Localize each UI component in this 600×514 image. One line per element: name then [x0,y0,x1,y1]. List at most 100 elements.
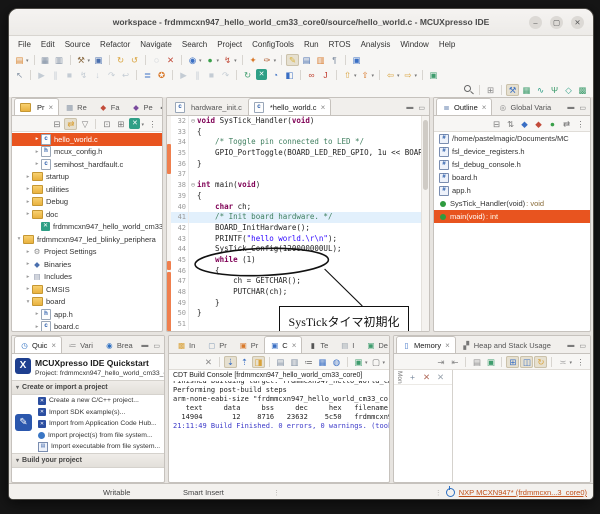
pin-icon[interactable]: ¶ [328,54,341,66]
run-icon[interactable]: ● [204,54,217,66]
jlink-icon[interactable]: J [319,69,332,81]
perspective-secure-icon[interactable]: ◇ [562,84,575,96]
word-wrap-icon[interactable]: ▤ [274,356,287,368]
expander-icon[interactable]: ▸ [33,311,41,317]
menu-edit[interactable]: Edit [36,40,60,49]
new-memory-view-icon[interactable]: ▤ [470,356,483,368]
tab-brea[interactable]: ◉Brea [99,336,139,353]
next-console-icon[interactable]: ⇣ [224,356,237,368]
close-tab-icon[interactable]: × [49,103,54,112]
tab-fa[interactable]: ◆Fa [93,98,126,115]
power-icon[interactable] [446,488,455,497]
flash-dropdown[interactable]: ▾ [234,58,237,64]
build-icon[interactable]: ⚒ [75,54,88,66]
clear-console-icon[interactable]: ✕ [202,356,215,368]
tree-item-doc[interactable]: ▸doc [12,208,162,221]
menu-rtos[interactable]: RTOS [324,40,356,49]
tree-item-hello-world-c[interactable]: ▸chello_world.c [12,133,162,146]
quickstart-link-import-from-application-code-hub[interactable]: ✕Import from Application Code Hub... [12,418,164,430]
console-output[interactable]: Finished building target: frdmmcxn947_he… [169,381,389,482]
docs-icon[interactable]: ▥ [314,54,327,66]
hide-static-icon[interactable]: ◆ [532,118,545,130]
link-editor-icon[interactable]: ⇄ [560,118,573,130]
tree-item-app-h[interactable]: ▸happ.h [12,308,162,321]
quick-access-search-icon[interactable] [462,84,475,96]
ide-config-icon[interactable]: ✑ [261,54,274,66]
perspective-device-icon[interactable]: ▦ [520,84,533,96]
maximize-view-icon[interactable]: ▭ [579,342,586,350]
manage-sdks-icon[interactable]: ▣ [92,54,105,66]
resume-icon[interactable]: ▶ [35,69,48,81]
tree-item-debug[interactable]: ▸Debug [12,196,162,209]
remove-monitor-icon[interactable]: ✕ [420,371,433,383]
outline-item-main-void[interactable]: main(void) : int [434,210,590,223]
outline-item-fsl-device-registers-h[interactable]: #fsl_device_registers.h [434,145,590,158]
tree-item-includes[interactable]: ▸▤Includes [12,271,162,284]
quickstart-section-create-or-import-a-project[interactable]: ▾Create or import a project [12,380,164,395]
debug-icon[interactable]: ◉ [186,54,199,66]
erase-flash-dropdown[interactable]: ▾ [372,73,375,79]
close-button[interactable]: ✕ [571,16,584,29]
restart-debug-icon[interactable]: ↻ [241,69,254,81]
add-monitor-icon[interactable]: + [406,371,419,383]
code-area[interactable]: 32⊖void SysTick_Handler(void)33{34 /* To… [167,116,429,331]
focus-icon[interactable]: ⊡ [100,118,113,130]
tree-item-board-c[interactable]: ▸cboard.c [12,321,162,332]
menu-source[interactable]: Source [60,40,95,49]
maximize-view-icon[interactable]: ▭ [153,342,160,350]
tab-global-varia[interactable]: ◎Global Varia [492,98,557,115]
menu-search[interactable]: Search [177,40,212,49]
tab-outline[interactable]: ≣Outline× [436,98,492,115]
build-dropdown[interactable]: ▾ [88,58,91,64]
group-icon[interactable]: ⊞ [114,118,127,130]
export-view-icon[interactable]: ▣ [484,356,497,368]
refresh-memory-icon[interactable]: ↻ [534,356,547,368]
display-selected-console-icon[interactable]: ▢ [369,356,382,368]
step-all-icon[interactable]: ↷ [219,69,232,81]
tab-te[interactable]: ▮Te [302,336,334,353]
perspective-trace-icon[interactable]: ∿ [534,84,547,96]
expander-icon[interactable]: ▸ [24,199,32,205]
expander-icon[interactable]: ▸ [24,249,32,255]
pencil-icon[interactable]: ✎ [286,54,299,66]
expander-icon[interactable]: ▸ [33,324,41,330]
quickstart-section-build-your-project[interactable]: ▾Build your project [12,453,164,468]
link-with-editor-icon[interactable]: ⇄ [64,118,77,130]
menu-navigate[interactable]: Navigate [135,40,177,49]
maximize-view-icon[interactable]: ▭ [579,104,586,112]
outline-item-app-h[interactable]: #app.h [434,184,590,197]
expander-icon[interactable]: ▸ [24,261,32,267]
toggle-split-icon[interactable]: ◫ [520,356,533,368]
disconnect-icon[interactable]: ↯ [77,69,90,81]
tab-heap-and-stack-usage[interactable]: ▞Heap and Stack Usage [456,336,557,353]
outline-item-systick-handler-void[interactable]: SysTick_Handler(void) : void [434,197,590,210]
step-into-icon[interactable]: ↓ [91,69,104,81]
expander-icon[interactable]: ▸ [24,211,32,217]
view-menu-icon[interactable]: ⋮ [574,356,587,368]
open-console-icon[interactable]: ▣ [352,356,365,368]
quickstart-link-import-sdk-example-s[interactable]: ✕Import SDK example(s)... [12,407,164,419]
terminate-icon[interactable]: ■ [63,69,76,81]
quickstart-link-import-project-s-from-file-system[interactable]: Import project(s) from file system... [12,430,164,442]
tab-pr[interactable]: ▣Pr [233,336,265,353]
perspective-develop-icon[interactable]: ⚒ [506,84,519,96]
resume-all-icon[interactable]: ▶ [177,69,190,81]
editor-scrollbar[interactable] [421,116,429,331]
link-memory-dropdown[interactable]: ▾ [569,360,572,366]
live-plot-icon[interactable]: ◔ [269,69,282,81]
run-dropdown[interactable]: ▾ [217,58,220,64]
show-whitespace-icon[interactable]: ≔ [302,356,315,368]
select-tool-icon[interactable]: ↖ [13,69,26,81]
suspend-all-icon[interactable]: ∥ [191,69,204,81]
minimize-view-icon[interactable]: ▬ [161,104,162,112]
maximize-view-icon[interactable]: ▭ [418,104,425,112]
undo-build-icon[interactable]: ↺ [128,54,141,66]
flash-icon[interactable]: ↯ [221,54,234,66]
tab-pr[interactable]: ▢Pr [201,336,233,353]
menu-configtools[interactable]: ConfigTools [247,40,299,49]
maximize-button[interactable]: ▢ [550,16,563,29]
previous-console-icon[interactable]: ⇡ [238,356,251,368]
forward-icon[interactable]: ⇨ [402,69,415,81]
save-icon[interactable]: ▦ [39,54,52,66]
tab-de[interactable]: ▣De [360,336,389,353]
